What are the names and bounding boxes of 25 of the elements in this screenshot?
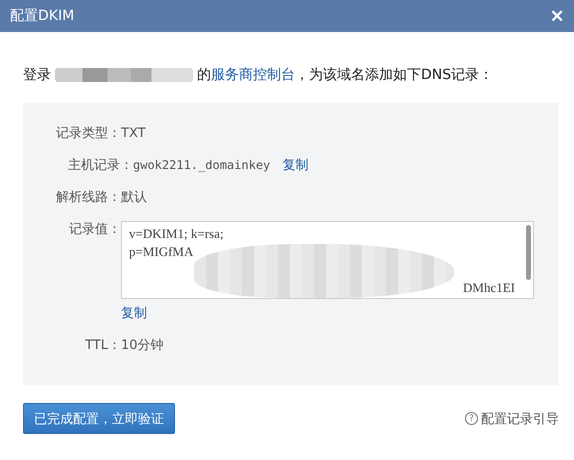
field-label: 主机记录： (67, 157, 133, 174)
close-button[interactable]: ✕ (546, 6, 568, 26)
field-value: TXT (121, 125, 146, 142)
instruction-text: 登录 (23, 66, 51, 84)
scrollbar-thumb[interactable] (526, 225, 531, 280)
field-label: 记录值： (68, 221, 121, 238)
instruction-text: ，为该域名添加如下DNS记录： (295, 66, 494, 84)
field-label: TTL： (84, 337, 121, 354)
guide-link[interactable]: ? 配置记录引导 (465, 410, 559, 428)
help-icon: ? (465, 412, 478, 425)
value-text: p=MIGfMA (129, 243, 194, 261)
console-link[interactable]: 服务商控制台 (211, 66, 295, 84)
dialog-title: 配置DKIM (10, 7, 74, 25)
field-value: 10分钟 (121, 337, 164, 354)
record-value-field[interactable]: v=DKIM1; k=rsa; p=MIGfMA DMhc1EI (121, 221, 534, 299)
field-value: gwok2211._domainkey (133, 157, 270, 174)
field-value: 默认 (121, 189, 147, 206)
copy-link[interactable]: 复制 (121, 305, 147, 322)
field-label: 解析线路： (55, 189, 121, 206)
copy-link[interactable]: 复制 (282, 157, 308, 174)
field-label: 记录类型： (55, 125, 121, 142)
confirm-button[interactable]: 已完成配置，立即验证 (23, 403, 175, 434)
value-text: DMhc1EI (463, 279, 515, 296)
value-text: v=DKIM1; k=rsa; (129, 225, 224, 243)
instruction-text: 的 (197, 66, 211, 84)
